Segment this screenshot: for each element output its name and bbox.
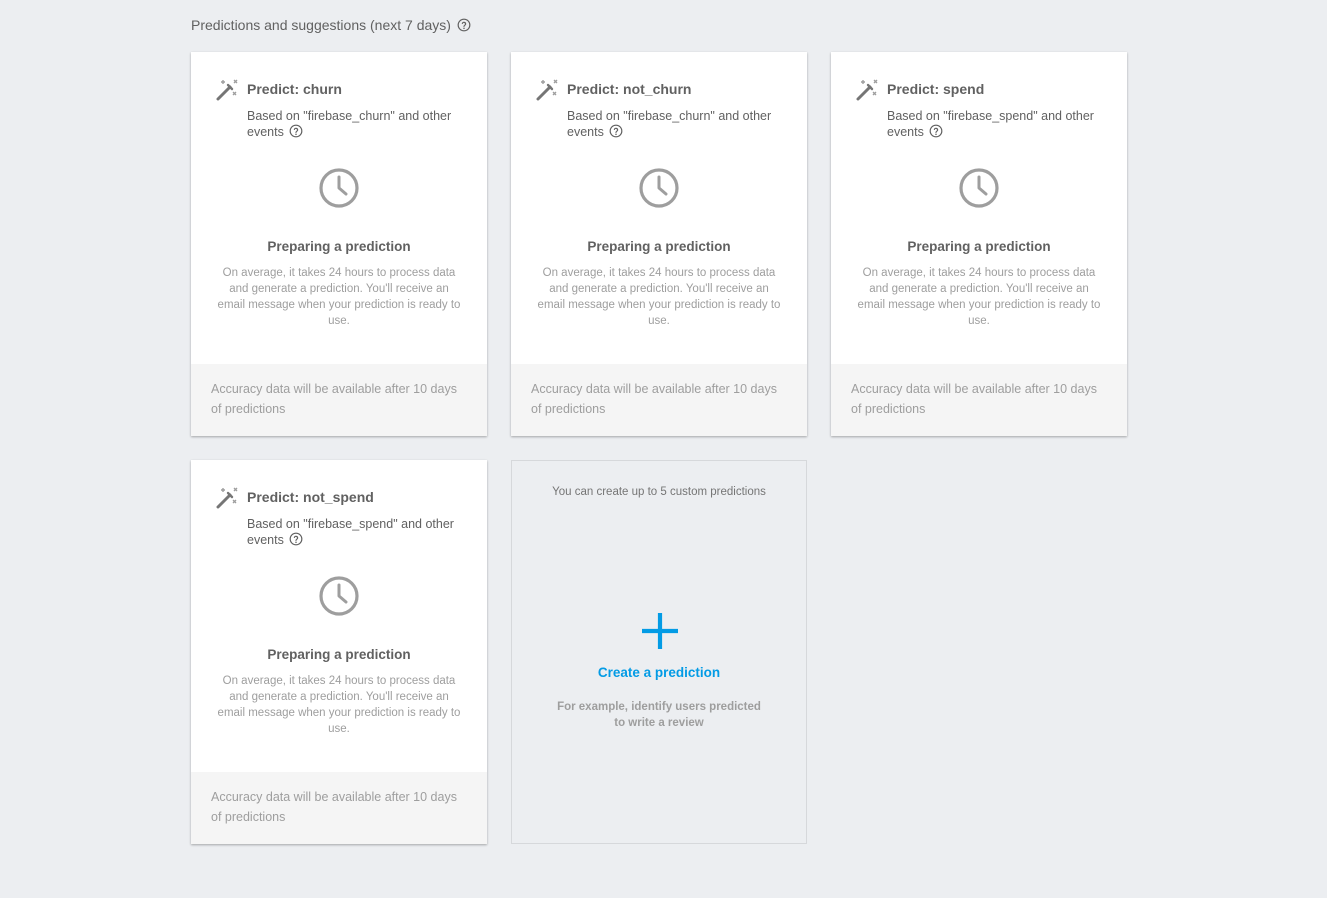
help-icon[interactable] (289, 532, 303, 546)
status-title: Preparing a prediction (587, 239, 731, 254)
create-prediction-card[interactable]: You can create up to 5 custom prediction… (511, 460, 807, 844)
status-description: On average, it takes 24 hours to process… (217, 675, 461, 735)
status-description: On average, it takes 24 hours to process… (537, 267, 781, 327)
clock-icon (318, 167, 360, 209)
prediction-card-not-spend[interactable]: Predict: not_spend Based on "firebase_sp… (191, 460, 487, 844)
card-body: Predict: not_spend Based on "firebase_sp… (191, 460, 487, 772)
accuracy-footer: Accuracy data will be available after 10… (191, 364, 487, 436)
based-on-text: Based on "firebase_churn" and other even… (247, 109, 452, 139)
status-title: Preparing a prediction (907, 239, 1051, 254)
magic-wand-icon (535, 78, 559, 102)
card-body: Predict: not_churn Based on "firebase_ch… (511, 52, 807, 364)
help-icon[interactable] (609, 124, 623, 138)
plus-icon[interactable] (640, 611, 680, 651)
section-header: Predictions and suggestions (next 7 days… (191, 17, 471, 33)
status-description: On average, it takes 24 hours to process… (857, 267, 1101, 327)
create-prediction-link[interactable]: Create a prediction (512, 665, 806, 680)
card-subtitle: Based on "firebase_churn" and other even… (567, 109, 792, 140)
prediction-card-churn[interactable]: Predict: churn Based on "firebase_churn"… (191, 52, 487, 436)
create-limit-text: You can create up to 5 custom prediction… (552, 486, 766, 498)
predictions-page: Predictions and suggestions (next 7 days… (0, 0, 1327, 898)
status-title: Preparing a prediction (267, 647, 411, 662)
status-description: On average, it takes 24 hours to process… (217, 267, 461, 327)
based-on-text: Based on "firebase_spend" and other even… (247, 517, 454, 547)
card-subtitle: Based on "firebase_spend" and other even… (887, 109, 1112, 140)
accuracy-footer: Accuracy data will be available after 10… (831, 364, 1127, 436)
magic-wand-icon (855, 78, 879, 102)
based-on-text: Based on "firebase_churn" and other even… (567, 109, 772, 139)
section-title: Predictions and suggestions (next 7 days… (191, 17, 451, 33)
clock-icon (958, 167, 1000, 209)
card-body: Predict: spend Based on "firebase_spend"… (831, 52, 1127, 364)
create-example-text: For example, identify users predicted to… (557, 701, 761, 729)
prediction-card-not-churn[interactable]: Predict: not_churn Based on "firebase_ch… (511, 52, 807, 436)
accuracy-footer: Accuracy data will be available after 10… (191, 772, 487, 844)
card-body: Predict: churn Based on "firebase_churn"… (191, 52, 487, 364)
card-title: Predict: churn (247, 81, 342, 97)
help-icon[interactable] (457, 18, 471, 32)
help-icon[interactable] (929, 124, 943, 138)
clock-icon (638, 167, 680, 209)
card-title: Predict: not_spend (247, 489, 374, 505)
status-title: Preparing a prediction (267, 239, 411, 254)
based-on-text: Based on "firebase_spend" and other even… (887, 109, 1094, 139)
help-icon[interactable] (289, 124, 303, 138)
magic-wand-icon (215, 486, 239, 510)
prediction-card-spend[interactable]: Predict: spend Based on "firebase_spend"… (831, 52, 1127, 436)
clock-icon (318, 575, 360, 617)
card-subtitle: Based on "firebase_churn" and other even… (247, 109, 472, 140)
magic-wand-icon (215, 78, 239, 102)
card-subtitle: Based on "firebase_spend" and other even… (247, 517, 472, 548)
accuracy-footer: Accuracy data will be available after 10… (511, 364, 807, 436)
card-title: Predict: not_churn (567, 81, 692, 97)
card-title: Predict: spend (887, 81, 985, 97)
